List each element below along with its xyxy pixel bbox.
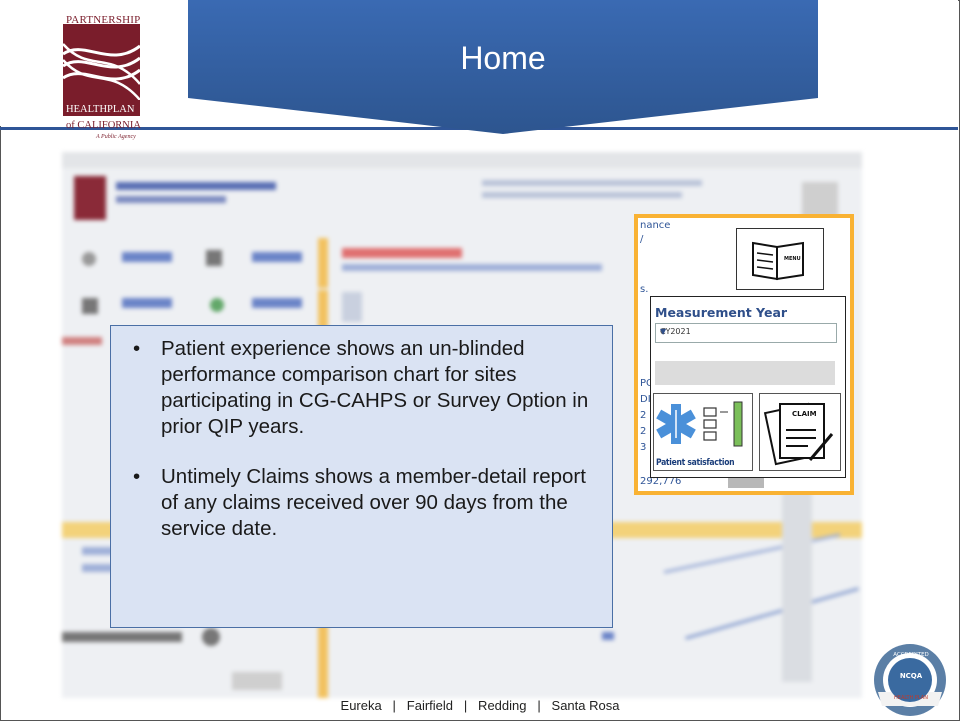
logo-line-1: PARTNERSHIP — [66, 14, 141, 26]
partial-text: 2 — [640, 410, 647, 421]
bullet-patient-experience: Patient experience shows an un-blinded p… — [133, 336, 603, 440]
bullet-list: Patient experience shows an un-blinded p… — [133, 336, 603, 566]
menu-button[interactable]: MENU — [736, 228, 824, 290]
star-of-life-checklist-icon — [656, 401, 743, 447]
patient-satisfaction-label: Patient satisfaction — [656, 458, 735, 468]
bullet-untimely-claims: Untimely Claims shows a member-detail re… — [133, 464, 603, 542]
description-callout: Patient experience shows an un-blinded p… — [110, 325, 613, 628]
chevron-down-icon: ▼ — [660, 327, 667, 336]
partial-text: 3 — [640, 442, 647, 453]
badge-middle-text: NCQA — [899, 672, 923, 680]
footer-locations: Eureka | Fairfield | Redding | Santa Ros… — [340, 698, 620, 713]
measurement-year-dropdown[interactable]: CY2021 ▼ — [655, 323, 837, 343]
partial-bar — [728, 478, 764, 488]
partial-text: 2 — [640, 426, 647, 437]
page-title: Home — [460, 40, 546, 76]
badge-top-text: ACCREDITED — [893, 652, 929, 658]
claim-label: CLAIM — [792, 410, 817, 418]
menu-book-icon — [752, 241, 804, 281]
logo-line-2: HEALTHPLAN — [66, 104, 135, 115]
menu-label: MENU — [784, 256, 801, 262]
partial-text: nance — [640, 220, 671, 231]
partial-text: / — [640, 234, 644, 245]
measurement-year-panel: Measurement Year CY2021 ▼ Patient satisf… — [650, 296, 846, 478]
logo-line-4: A Public Agency — [96, 134, 136, 140]
logo-line-3: of CALIFORNIA — [66, 120, 141, 131]
grey-placeholder-bar — [655, 361, 835, 385]
claim-form-icon — [763, 402, 834, 466]
partial-text: s. — [640, 284, 649, 295]
measurement-year-title: Measurement Year — [655, 305, 788, 320]
untimely-claims-button[interactable]: CLAIM — [759, 393, 841, 471]
patient-satisfaction-button[interactable]: Patient satisfaction — [653, 393, 753, 471]
highlighted-zoom-panel: nance / s. PO DI 2 2 3 292,776 MENU Meas… — [634, 214, 854, 495]
